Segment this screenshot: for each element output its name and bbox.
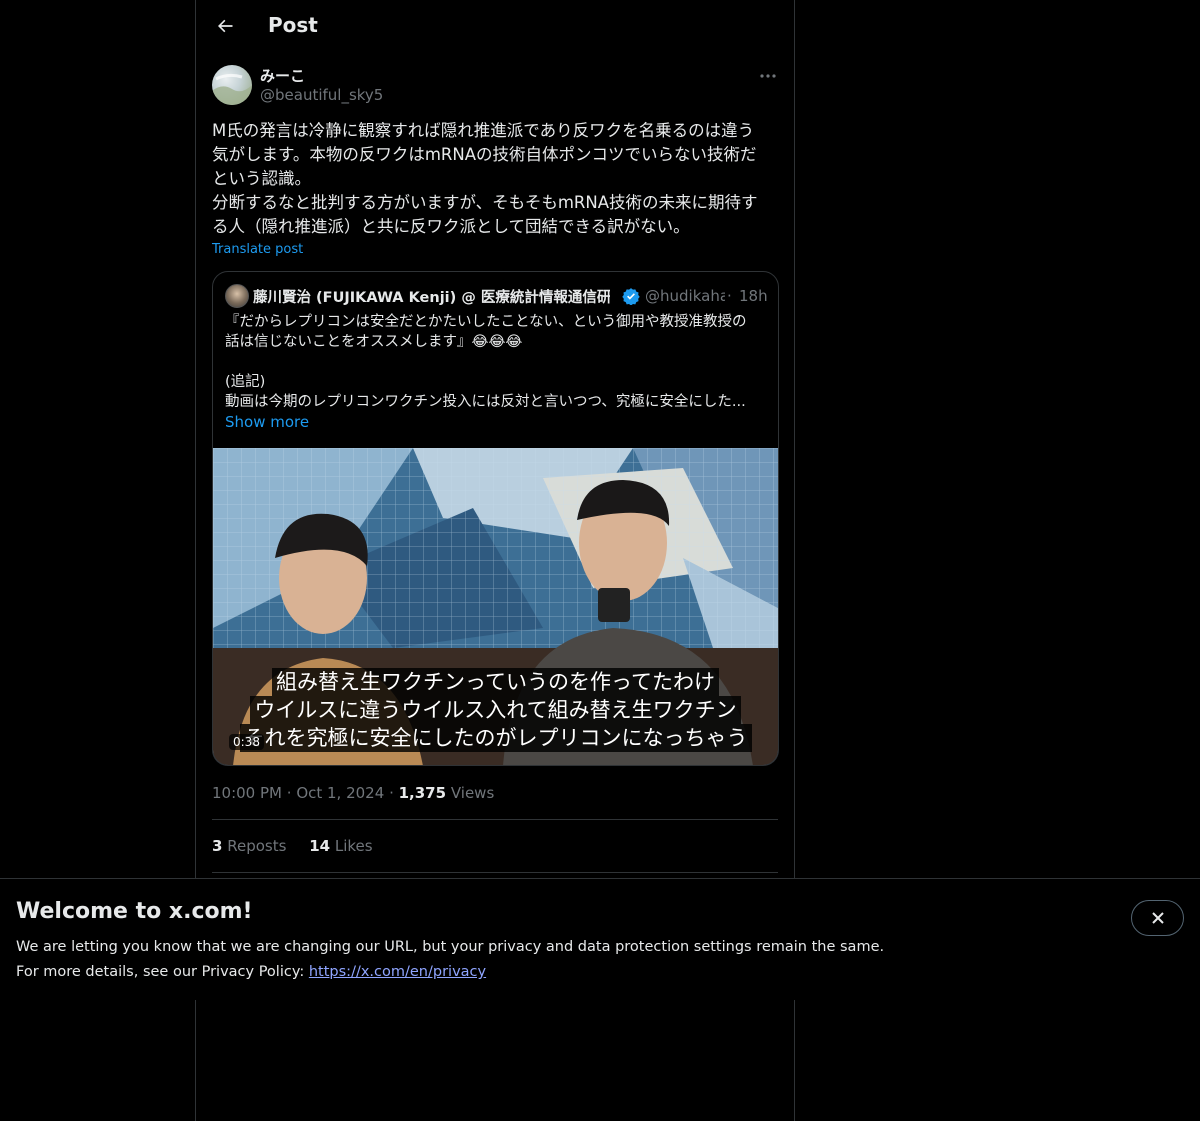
divider: [212, 872, 778, 873]
views-count: 1,375: [398, 784, 447, 802]
subtitle-line: それを究極に安全にしたのがレプリコンになっちゃう: [239, 724, 752, 752]
likes-count: 14: [309, 837, 331, 855]
banner-line-prefix: For more details, see our Privacy Policy…: [16, 964, 309, 980]
likes-label: Likes: [334, 837, 373, 855]
video-player[interactable]: 組み替え生ワクチンっていうのを作ってたわけ ウイルスに違うウイルス入れて組み替え…: [213, 448, 778, 765]
page-header: Post: [196, 0, 794, 54]
reposts-count: 3: [212, 837, 223, 855]
back-button[interactable]: [208, 9, 242, 43]
privacy-policy-link[interactable]: https://x.com/en/privacy: [309, 964, 486, 980]
quoted-author-avatar[interactable]: [225, 284, 249, 308]
quoted-author-name[interactable]: 藤川賢治 (FUJIKAWA Kenji) @ 医療統計情報通信研究所: [253, 286, 610, 306]
quoted-post-text: 『だからレプリコンは安全だとかたいしたことない、という御用や教授准教授の 話は信…: [225, 314, 747, 410]
author-name[interactable]: みーこ: [260, 65, 305, 86]
verified-badge-icon: [622, 288, 640, 305]
subtitle-line: ウイルスに違うウイルス入れて組み替え生ワクチン: [250, 696, 741, 724]
back-arrow-icon: [218, 19, 233, 33]
separator-dot: ·: [727, 287, 732, 305]
welcome-banner: Welcome to x.com! We are letting you kno…: [0, 878, 1200, 1000]
quoted-post[interactable]: 藤川賢治 (FUJIKAWA Kenji) @ 医療統計情報通信研究所 @hud…: [212, 271, 779, 766]
reposts-stat[interactable]: 3 Reposts: [212, 837, 286, 855]
likes-stat[interactable]: 14 Likes: [309, 837, 372, 855]
translate-post-link[interactable]: Translate post: [212, 242, 303, 257]
close-banner-button[interactable]: [1131, 900, 1184, 936]
post-metadata: 10:00 PM · Oct 1, 2024 · 1,375 Views: [212, 784, 495, 802]
avatar-image: [212, 73, 252, 105]
avatar[interactable]: [212, 65, 252, 105]
post-stats: 3 Reposts 14 Likes: [212, 837, 391, 855]
show-more-link[interactable]: Show more: [225, 413, 309, 431]
banner-line: We are letting you know that we are chan…: [16, 939, 885, 955]
author-handle[interactable]: @beautiful_sky5: [260, 86, 383, 104]
reposts-label: Reposts: [227, 837, 287, 855]
quoted-post-time[interactable]: 18h: [739, 287, 768, 305]
more-icon: [760, 74, 776, 78]
close-icon: [1151, 912, 1164, 924]
banner-title: Welcome to x.com!: [16, 899, 253, 924]
banner-text: We are letting you know that we are chan…: [16, 935, 884, 985]
post-date[interactable]: Oct 1, 2024: [296, 784, 384, 802]
video-subtitles: 組み替え生ワクチンっていうのを作ってたわけ ウイルスに違うウイルス入れて組み替え…: [213, 668, 778, 752]
views-label: Views: [450, 784, 495, 802]
more-options-button[interactable]: [754, 66, 782, 86]
video-duration: 0:38: [229, 734, 264, 750]
page-title: Post: [268, 13, 318, 37]
post-text: M氏の発言は冷静に観察すれば隠れ推進派であり反ワクを名乗るのは違う 気がします。…: [212, 121, 758, 236]
subtitle-line: 組み替え生ワクチンっていうのを作ってたわけ: [272, 668, 719, 696]
post-time[interactable]: 10:00 PM: [212, 784, 282, 802]
divider: [212, 819, 778, 820]
quoted-author-handle[interactable]: @hudikaha: [645, 287, 725, 305]
